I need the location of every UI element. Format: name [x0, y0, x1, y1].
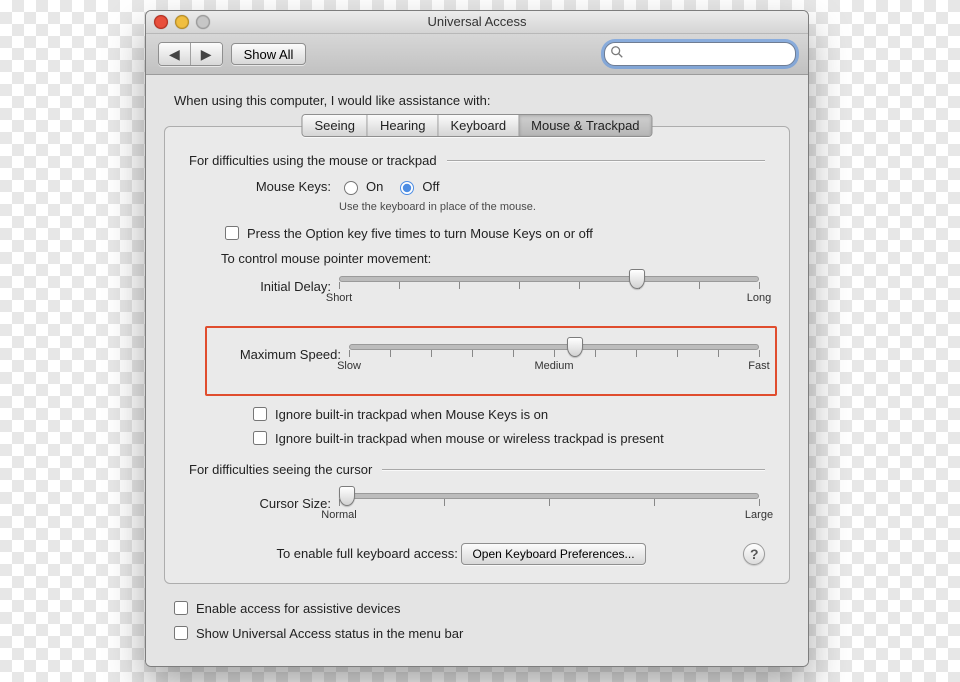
- back-button[interactable]: ◀: [159, 43, 190, 65]
- keyboard-access-row: To enable full keyboard access: Open Key…: [189, 543, 765, 565]
- max-speed-highlight: Maximum Speed: Slow Medium Fast: [205, 326, 777, 396]
- slider-thumb[interactable]: [567, 337, 583, 357]
- open-keyboard-prefs-button[interactable]: Open Keyboard Preferences...: [461, 543, 645, 565]
- tab-panel: For difficulties using the mouse or trac…: [164, 126, 790, 584]
- initial-delay-slider[interactable]: Short Long: [339, 270, 759, 302]
- menubar-check[interactable]: Show Universal Access status in the menu…: [170, 623, 790, 643]
- slider-max-label: Fast: [748, 360, 769, 372]
- tab-mouse-trackpad[interactable]: Mouse & Trackpad: [519, 115, 651, 136]
- tabbox-wrap: Seeing Hearing Keyboard Mouse & Trackpad…: [164, 126, 790, 584]
- tab-keyboard[interactable]: Keyboard: [438, 115, 519, 136]
- window-controls: [154, 15, 210, 29]
- slider-min-label: Slow: [337, 360, 361, 372]
- control-move-row: To control mouse pointer movement:: [221, 251, 765, 266]
- option-key-row: Press the Option key five times to turn …: [221, 223, 765, 243]
- close-icon[interactable]: [154, 15, 168, 29]
- tab-bar: Seeing Hearing Keyboard Mouse & Trackpad: [301, 114, 652, 137]
- initial-delay-row: Initial Delay: Short Long: [221, 270, 765, 302]
- intro-text: When using this computer, I would like a…: [174, 93, 790, 108]
- mouse-keys-hint: Use the keyboard in place of the mouse.: [339, 201, 536, 213]
- max-speed-slider[interactable]: Slow Medium Fast: [349, 338, 759, 370]
- cursor-size-row: Cursor Size: Normal Large: [221, 487, 765, 519]
- option-key-checkbox[interactable]: [225, 226, 239, 240]
- window-title: Universal Access: [428, 11, 527, 33]
- window-body: When using this computer, I would like a…: [146, 75, 808, 666]
- mouse-keys-label: Mouse Keys:: [221, 179, 331, 194]
- ignore-trackpad-ext-checkbox[interactable]: [253, 431, 267, 445]
- slider-mid-label: Medium: [534, 360, 573, 372]
- mouse-keys-hint-row: Use the keyboard in place of the mouse.: [221, 199, 765, 219]
- nav-segmented: ◀ ▶: [158, 42, 223, 66]
- section-cursor-label: For difficulties seeing the cursor: [189, 462, 372, 477]
- ignore-trackpad-ext-row: Ignore built-in trackpad when mouse or w…: [249, 428, 765, 448]
- bottom-checks: Enable access for assistive devices Show…: [170, 598, 790, 643]
- slider-max-label: Large: [745, 509, 773, 521]
- assistive-checkbox[interactable]: [174, 601, 188, 615]
- assistive-check[interactable]: Enable access for assistive devices: [170, 598, 790, 618]
- slider-min-label: Normal: [321, 509, 356, 521]
- mouse-keys-on[interactable]: On: [339, 178, 383, 195]
- cursor-size-label: Cursor Size:: [221, 496, 331, 511]
- show-all-button[interactable]: Show All: [231, 43, 307, 65]
- radio-off-label: Off: [422, 179, 439, 194]
- radio-on[interactable]: [344, 181, 358, 195]
- option-key-label: Press the Option key five times to turn …: [247, 226, 593, 241]
- radio-off[interactable]: [400, 181, 414, 195]
- tab-hearing[interactable]: Hearing: [368, 115, 439, 136]
- keyboard-access-left: To enable full keyboard access: Open Key…: [189, 543, 733, 565]
- search-wrap: [604, 42, 796, 66]
- initial-delay-label: Initial Delay:: [221, 279, 331, 294]
- forward-button[interactable]: ▶: [190, 43, 222, 65]
- control-move-label: To control mouse pointer movement:: [221, 251, 431, 266]
- help-button[interactable]: ?: [743, 543, 765, 565]
- mouse-keys-row: Mouse Keys: On Off: [221, 178, 765, 195]
- radio-on-label: On: [366, 179, 383, 194]
- option-key-check[interactable]: Press the Option key five times to turn …: [221, 223, 593, 243]
- max-speed-label: Maximum Speed:: [221, 347, 341, 362]
- slider-ticks: [339, 499, 759, 507]
- keyboard-access-label: To enable full keyboard access:: [276, 546, 457, 561]
- search-input[interactable]: [604, 42, 796, 66]
- slider-min-label: Short: [326, 292, 352, 304]
- slider-max-label: Long: [747, 292, 771, 304]
- ignore-trackpad-mk-checkbox[interactable]: [253, 407, 267, 421]
- slider-ticks: [349, 350, 759, 358]
- ignore-trackpad-ext[interactable]: Ignore built-in trackpad when mouse or w…: [249, 428, 664, 448]
- minimize-icon[interactable]: [175, 15, 189, 29]
- assistive-label: Enable access for assistive devices: [196, 601, 400, 616]
- ignore-trackpad-ext-label: Ignore built-in trackpad when mouse or w…: [275, 431, 664, 446]
- titlebar: Universal Access: [146, 11, 808, 34]
- mouse-keys-off[interactable]: Off: [395, 178, 439, 195]
- slider-thumb[interactable]: [339, 486, 355, 506]
- preferences-window: Universal Access ◀ ▶ Show All When using…: [145, 10, 809, 667]
- slider-ticks: [339, 282, 759, 290]
- tab-seeing[interactable]: Seeing: [302, 115, 367, 136]
- max-speed-row: Maximum Speed: Slow Medium Fast: [221, 338, 765, 370]
- separator: [382, 469, 765, 470]
- ignore-trackpad-mk-row: Ignore built-in trackpad when Mouse Keys…: [249, 404, 765, 424]
- menubar-label: Show Universal Access status in the menu…: [196, 626, 463, 641]
- ignore-trackpad-mk-label: Ignore built-in trackpad when Mouse Keys…: [275, 407, 548, 422]
- separator: [447, 160, 765, 161]
- menubar-checkbox[interactable]: [174, 626, 188, 640]
- ignore-trackpad-mk[interactable]: Ignore built-in trackpad when Mouse Keys…: [249, 404, 548, 424]
- cursor-size-slider[interactable]: Normal Large: [339, 487, 759, 519]
- slider-thumb[interactable]: [629, 269, 645, 289]
- toolbar: ◀ ▶ Show All: [146, 34, 808, 75]
- search-icon: [610, 45, 624, 59]
- section-mouse-label: For difficulties using the mouse or trac…: [189, 153, 437, 168]
- zoom-icon[interactable]: [196, 15, 210, 29]
- section-mouse: For difficulties using the mouse or trac…: [189, 153, 765, 168]
- section-cursor: For difficulties seeing the cursor: [189, 462, 765, 477]
